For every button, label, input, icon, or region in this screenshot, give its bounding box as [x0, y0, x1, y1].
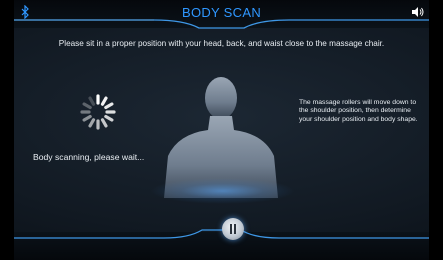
- scan-glow: [150, 178, 295, 204]
- loading-spinner-icon: [80, 94, 116, 130]
- info-line-2: the shoulder position, then determine: [299, 107, 411, 115]
- pause-icon-bar: [234, 224, 236, 234]
- info-line-1: The massage rollers will move down to: [299, 99, 417, 106]
- volume-icon[interactable]: [411, 6, 425, 18]
- left-bezel: [0, 0, 14, 260]
- right-bezel: [429, 0, 443, 260]
- pause-button[interactable]: [222, 218, 244, 240]
- instruction-text: Please sit in a proper position with you…: [58, 39, 385, 48]
- body-scan-screen: BODY SCAN Please sit in a proper positio…: [0, 0, 443, 260]
- top-arc-decoration: [14, 19, 429, 29]
- bluetooth-icon[interactable]: [20, 5, 30, 19]
- shoulder-info-text: The massage rollers will move down to th…: [299, 99, 443, 124]
- scan-status-text: Body scanning, please wait...: [33, 152, 145, 162]
- info-line-3: your shoulder position and body shape.: [299, 115, 418, 123]
- pause-icon: [230, 224, 232, 234]
